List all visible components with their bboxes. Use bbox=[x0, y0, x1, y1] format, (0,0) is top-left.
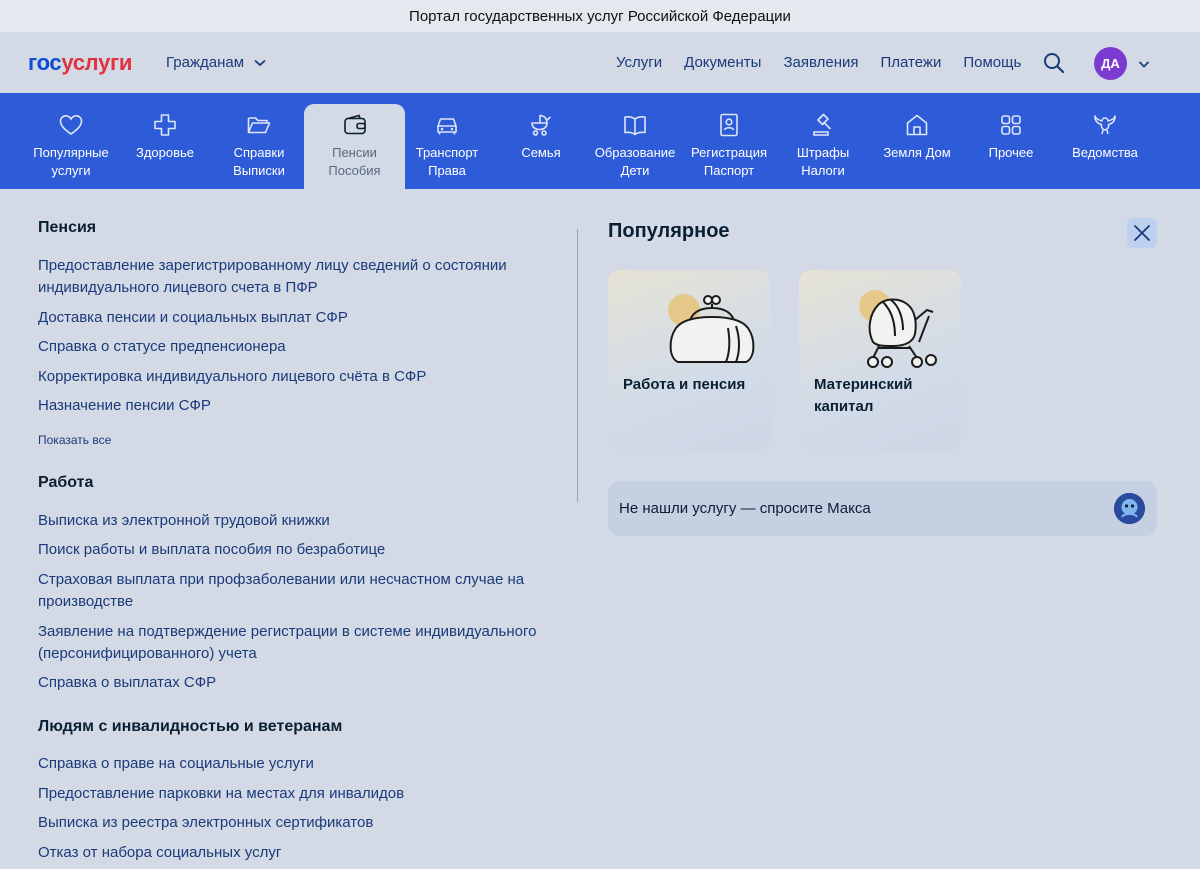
service-link[interactable]: Справка о статусе предпенсионера bbox=[38, 336, 538, 358]
eagle-icon bbox=[1094, 115, 1116, 135]
card-label: Работа и пенсия bbox=[623, 376, 746, 393]
category-label: услуги bbox=[51, 163, 91, 178]
category-education[interactable]: Образование Дети bbox=[588, 104, 682, 189]
purse-icon bbox=[668, 294, 755, 363]
chevron-down-icon bbox=[254, 59, 266, 66]
category-label: Здоровье bbox=[135, 145, 195, 160]
house-icon bbox=[906, 114, 928, 136]
category-label: Налоги bbox=[801, 163, 845, 178]
close-icon bbox=[1134, 225, 1150, 241]
site-title: Портал государственных услуг Российской … bbox=[409, 7, 791, 25]
category-label: Земля Дом bbox=[883, 145, 951, 160]
baby-stroller-icon bbox=[859, 290, 937, 368]
service-link[interactable]: Справка о выплатах СФР bbox=[38, 672, 538, 694]
service-link[interactable]: Предоставление зарегистрированному лицу … bbox=[38, 255, 538, 299]
nav-help[interactable]: Помощь bbox=[963, 54, 1021, 71]
category-popular[interactable]: Популярные услуги bbox=[24, 104, 118, 189]
category-certificates[interactable]: Справки Выписки bbox=[212, 104, 306, 189]
category-label: Образование bbox=[594, 145, 676, 160]
section-title-pension: Пенсия bbox=[38, 219, 97, 236]
category-label: Популярные bbox=[33, 145, 109, 160]
category-label: Семья bbox=[521, 145, 561, 160]
category-other[interactable]: Прочее bbox=[964, 104, 1058, 189]
category-label: Выписки bbox=[233, 163, 285, 178]
service-link[interactable]: Назначение пенсии СФР bbox=[38, 395, 538, 417]
book-icon bbox=[624, 116, 646, 136]
category-family[interactable]: Семья bbox=[494, 104, 588, 189]
service-link[interactable]: Заявление на подтверждение регистрации в… bbox=[38, 621, 538, 665]
category-label: Дети bbox=[620, 163, 650, 178]
category-label: Паспорт bbox=[703, 163, 755, 178]
service-link[interactable]: Отказ от набора социальных услуг bbox=[38, 842, 538, 864]
section-title-work: Работа bbox=[38, 474, 94, 491]
column-divider bbox=[577, 229, 578, 502]
site-title-strip: Портал государственных услуг Российской … bbox=[0, 0, 1200, 32]
category-agencies[interactable]: Ведомства bbox=[1058, 104, 1152, 189]
category-label: Права bbox=[428, 163, 466, 178]
nav-documents[interactable]: Документы bbox=[684, 54, 761, 71]
category-label: Транспорт bbox=[415, 145, 479, 160]
popular-card-work-pension[interactable]: Работа и пенсия bbox=[608, 270, 770, 450]
wallet-icon bbox=[343, 114, 366, 135]
stroller-icon bbox=[531, 114, 552, 136]
category-health[interactable]: Здоровье bbox=[118, 104, 212, 189]
passport-icon bbox=[720, 113, 738, 137]
role-selector[interactable]: Гражданам bbox=[166, 54, 266, 71]
close-button[interactable] bbox=[1127, 218, 1157, 248]
category-label: Ведомства bbox=[1072, 145, 1138, 160]
top-nav: Услуги Документы Заявления Платежи Помощ… bbox=[616, 54, 1021, 71]
ask-assistant-text: Не нашли услугу — спросите Макса bbox=[619, 500, 871, 517]
car-icon bbox=[437, 118, 457, 135]
ask-assistant-bar[interactable]: Не нашли услугу — спросите Макса bbox=[608, 481, 1157, 536]
category-registration[interactable]: Регистрация Паспорт bbox=[682, 104, 776, 189]
service-link[interactable]: Предоставление парковки на местах для ин… bbox=[38, 783, 538, 805]
card-label: Материнский капитал bbox=[814, 376, 913, 415]
folder-icon bbox=[247, 117, 271, 134]
gavel-icon bbox=[813, 113, 832, 136]
section-title-disability: Людям с инвалидностью и ветеранам bbox=[38, 718, 343, 735]
nav-applications[interactable]: Заявления bbox=[783, 54, 858, 71]
category-pensions[interactable]: Пенсии Пособия bbox=[304, 104, 405, 189]
category-label: Штрафы bbox=[796, 145, 850, 160]
nav-services[interactable]: Услуги bbox=[616, 54, 662, 71]
assistant-avatar-icon bbox=[1114, 493, 1145, 524]
category-label: Справки bbox=[233, 145, 285, 160]
category-land-house[interactable]: Земля Дом bbox=[870, 104, 964, 189]
gosuslugi-logo[interactable]: госуслуги bbox=[28, 50, 132, 76]
service-link[interactable]: Справка о праве на социальные услуги bbox=[38, 753, 538, 775]
service-link[interactable]: Поиск работы и выплата пособия по безраб… bbox=[38, 539, 538, 561]
service-link[interactable]: Страховая выплата при профзаболевании ил… bbox=[38, 569, 528, 613]
avatar[interactable]: ДА bbox=[1094, 47, 1127, 80]
category-label: Пособия bbox=[328, 163, 381, 178]
service-link[interactable]: Доставка пенсии и социальных выплат СФР bbox=[38, 307, 538, 329]
show-all-link[interactable]: Показать все bbox=[38, 433, 111, 447]
category-fines[interactable]: Штрафы Налоги bbox=[776, 104, 870, 189]
chevron-down-icon[interactable] bbox=[1138, 58, 1150, 70]
category-bar: Популярные услуги Здоровье Справки Выписки… bbox=[0, 93, 1200, 189]
header: госуслуги Гражданам Услуги Документы Зая… bbox=[0, 32, 1200, 93]
category-label: Прочее bbox=[988, 145, 1034, 160]
service-link[interactable]: Выписка из реестра электронных сертифика… bbox=[38, 812, 538, 834]
category-label: Пенсии bbox=[332, 145, 377, 160]
grid-icon bbox=[1001, 115, 1021, 135]
heart-icon bbox=[59, 114, 83, 135]
service-link[interactable]: Выписка из электронной трудовой книжки bbox=[38, 510, 538, 532]
nav-payments[interactable]: Платежи bbox=[881, 54, 942, 71]
popular-card-maternity-capital[interactable]: Материнский капитал bbox=[799, 270, 961, 450]
medical-cross-icon bbox=[154, 114, 176, 136]
category-label: Регистрация bbox=[691, 145, 767, 160]
search-icon[interactable] bbox=[1042, 51, 1066, 75]
category-transport[interactable]: Транспорт Права bbox=[400, 104, 494, 189]
popular-title: Популярное bbox=[608, 220, 730, 242]
role-label: Гражданам bbox=[166, 54, 245, 71]
service-link[interactable]: Корректировка индивидуального лицевого с… bbox=[38, 366, 538, 388]
